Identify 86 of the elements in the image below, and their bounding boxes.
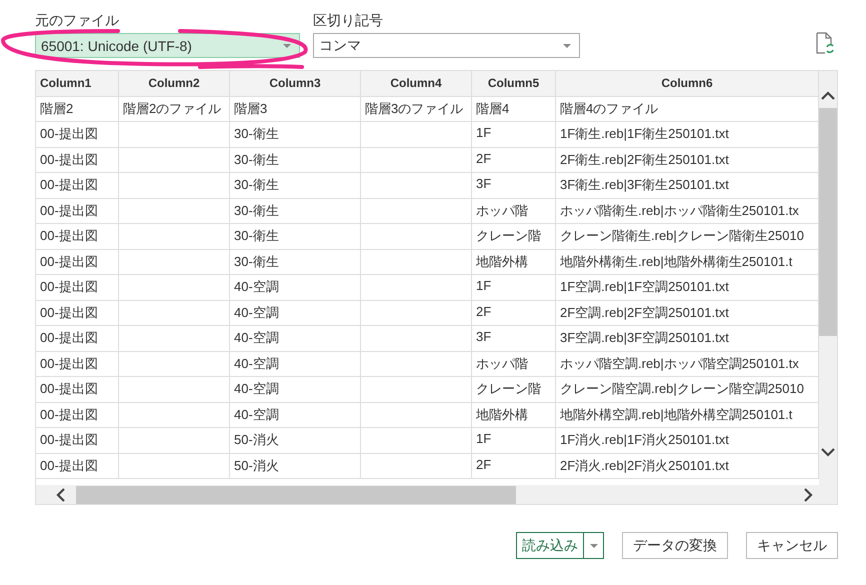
table-cell: 3F <box>472 173 556 198</box>
table-cell: クレーン階衛生.reb|クレーン階衛生25010 <box>556 224 819 250</box>
table-cell: 50-消火 <box>230 454 361 479</box>
table-cell: 30-衛生 <box>230 198 361 224</box>
table-cell: 1F衛生.reb|1F衛生250101.txt <box>556 122 819 148</box>
table-cell: 00-提出図 <box>36 428 119 454</box>
table-cell: クレーン階 <box>472 377 556 402</box>
scroll-up-icon[interactable] <box>821 91 835 101</box>
caret-icon <box>283 44 291 48</box>
table-cell: 00-提出図 <box>36 224 119 250</box>
table-cell: 地階外構 <box>472 402 556 428</box>
table-cell: 1F消火.reb|1F消火250101.txt <box>556 428 819 454</box>
table-cell: 40-空調 <box>230 326 361 352</box>
dialog-button[interactable]: データの変換 <box>622 532 728 559</box>
table-cell: 地階外構衛生.reb|地階外構衛生250101.t <box>556 250 819 275</box>
table-cell: 00-提出図 <box>36 148 119 173</box>
table-cell: 00-提出図 <box>36 122 119 148</box>
scroll-down-icon[interactable] <box>821 447 835 457</box>
table-cell: 3F <box>472 326 556 352</box>
table-cell: 階層4 <box>472 96 556 122</box>
table-cell: 地階外構 <box>472 250 556 275</box>
table-cell: ホッパ階 <box>472 352 556 377</box>
table-cell: 40-空調 <box>230 300 361 326</box>
table-cell: 2F衛生.reb|2F衛生250101.txt <box>556 148 819 173</box>
table-cell: 2F <box>472 454 556 479</box>
dropdown[interactable]: コンマ <box>313 33 580 58</box>
column-header[interactable]: Column5 <box>472 71 556 96</box>
table-cell: 30-衛生 <box>230 122 361 148</box>
field-label: 区切り記号 <box>313 12 384 30</box>
dropdown-button[interactable] <box>584 532 604 559</box>
table-cell: 2F空調.reb|2F空調250101.txt <box>556 300 819 326</box>
table-cell: 00-提出図 <box>36 377 119 402</box>
column-header[interactable]: Column2 <box>119 71 230 96</box>
table-cell: 50-消火 <box>230 428 361 454</box>
table-cell: 30-衛生 <box>230 148 361 173</box>
table-cell: ホッパ階衛生.reb|ホッパ階衛生250101.tx <box>556 198 819 224</box>
table-cell: 00-提出図 <box>36 454 119 479</box>
table-cell: 40-空調 <box>230 275 361 300</box>
dialog-button[interactable]: キャンセル <box>746 532 838 559</box>
table-cell: 1F空調.reb|1F空調250101.txt <box>556 275 819 300</box>
field-label: 元のファイル <box>35 12 120 30</box>
column-header[interactable]: Column3 <box>230 71 361 96</box>
table-cell: 1F <box>472 275 556 300</box>
table-cell: 3F空調.reb|3F空調250101.txt <box>556 326 819 352</box>
column-header[interactable]: Column4 <box>361 71 472 96</box>
scroll-left-icon[interactable] <box>56 488 66 502</box>
refresh-file-icon[interactable] <box>816 32 834 54</box>
scrollbar-thumb[interactable] <box>819 108 837 336</box>
table-cell: 00-提出図 <box>36 300 119 326</box>
table-cell: 階層3のファイル <box>361 96 472 122</box>
table-cell: クレーン階 <box>472 224 556 250</box>
table-cell: 00-提出図 <box>36 326 119 352</box>
table-cell: 30-衛生 <box>230 250 361 275</box>
table-cell: 00-提出図 <box>36 402 119 428</box>
table-cell: ホッパ階 <box>472 198 556 224</box>
table-cell: 階層2 <box>36 96 119 122</box>
table-cell: 階層4のファイル <box>556 96 819 122</box>
table-cell: 00-提出図 <box>36 250 119 275</box>
caret-icon <box>563 44 571 48</box>
column-header[interactable]: Column1 <box>36 71 119 96</box>
table-cell: 30-衛生 <box>230 173 361 198</box>
table-cell: 40-空調 <box>230 352 361 377</box>
table-cell: 40-空調 <box>230 402 361 428</box>
scroll-right-icon[interactable] <box>803 488 813 502</box>
table-cell: 階層3 <box>230 96 361 122</box>
table-cell: 00-提出図 <box>36 198 119 224</box>
table-cell: 2F <box>472 148 556 173</box>
table-cell: 00-提出図 <box>36 352 119 377</box>
table-cell: ホッパ階空調.reb|ホッパ階空調250101.tx <box>556 352 819 377</box>
table-cell: 3F衛生.reb|3F衛生250101.txt <box>556 173 819 198</box>
table-cell: 2F <box>472 300 556 326</box>
load-button[interactable]: 読み込み <box>516 532 584 559</box>
table-cell: 1F <box>472 428 556 454</box>
column-header[interactable]: Column6 <box>556 71 819 96</box>
table-cell: 00-提出図 <box>36 173 119 198</box>
table-cell: 00-提出図 <box>36 275 119 300</box>
scrollbar-thumb[interactable] <box>76 486 516 504</box>
table-cell: クレーン階空調.reb|クレーン階空調25010 <box>556 377 819 402</box>
caret-icon <box>590 544 598 548</box>
table-cell: 2F消火.reb|2F消火250101.txt <box>556 454 819 479</box>
dropdown[interactable]: 65001: Unicode (UTF-8) <box>35 33 300 58</box>
table-cell: 地階外構空調.reb|地階外構空調250101.t <box>556 402 819 428</box>
table-cell: 40-空調 <box>230 377 361 402</box>
table-cell: 1F <box>472 122 556 148</box>
table-cell: 30-衛生 <box>230 224 361 250</box>
table-cell: 階層2のファイル <box>119 96 230 122</box>
